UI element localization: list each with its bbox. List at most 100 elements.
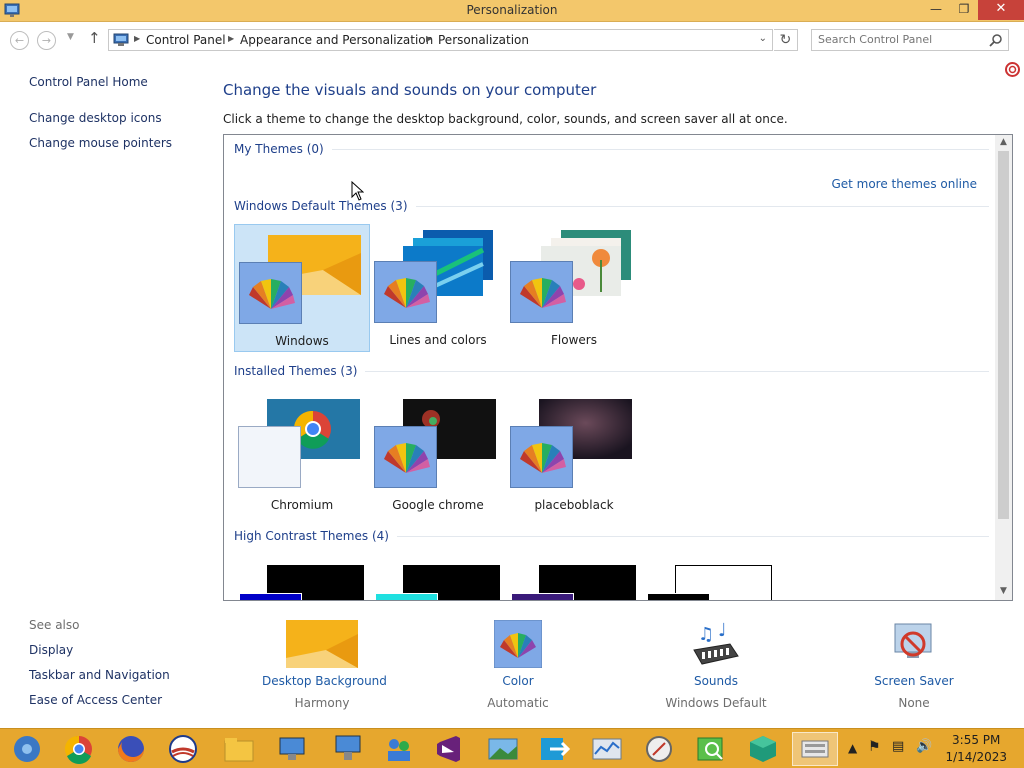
screen-saver-icon [894,623,932,658]
sounds-icon: ♫ ♩ [693,620,739,665]
taskbar-search-tool[interactable] [688,732,734,766]
color-option[interactable]: Color Automatic [478,620,558,710]
recent-locations-dropdown[interactable]: ▼ [67,32,74,42]
scroll-up-icon[interactable]: ▲ [995,137,1012,147]
taskbar-green-cube[interactable] [740,732,786,766]
change-desktop-icons-link[interactable]: Change desktop icons [29,111,162,125]
address-box[interactable]: ▶ Control Panel ▶ Appearance and Persona… [108,29,773,51]
theme-color-swatch [375,593,438,600]
file-explorer-icon [224,738,254,762]
ease-of-access-link[interactable]: Ease of Access Center [29,693,162,707]
taskbar-visual-studio[interactable] [426,732,472,766]
taskbar-photo-viewer[interactable] [480,732,526,766]
desktop-background-option[interactable]: Desktop Background Harmony [262,620,387,710]
search-box[interactable] [811,29,1009,51]
refresh-button[interactable]: ↻ [774,29,798,51]
clock-time: 3:55 PM [952,733,1001,747]
page-description: Click a theme to change the desktop back… [223,112,788,126]
refresh-icon: ↻ [779,32,792,48]
chevron-right-icon: ▶ [426,34,433,43]
theme-google-chrome[interactable]: Google chrome [370,389,506,517]
option-label[interactable]: Sounds [656,674,776,688]
theme-high-contrast-2[interactable] [370,555,506,600]
action-center-flag-icon[interactable]: ⚑ [868,739,881,755]
up-arrow-icon: ↑ [88,29,101,47]
theme-label: Google chrome [392,498,484,512]
window-title: Personalization [466,3,558,17]
desktop-background-icon [286,620,358,668]
color-fan-icon [374,426,437,488]
chromium-icon [14,736,40,762]
display-link[interactable]: Display [29,643,73,657]
option-label[interactable]: Color [478,674,558,688]
taskbar-navigation-link[interactable]: Taskbar and Navigation [29,668,170,682]
up-button[interactable]: ↑ [88,29,101,47]
taskbar-network-remote[interactable] [270,732,316,766]
obama-logo-icon [169,735,197,763]
taskbar-performance-monitor[interactable] [584,732,630,766]
option-value: Automatic [487,696,549,710]
theme-windows[interactable]: Windows [234,224,370,352]
address-dropdown-icon[interactable]: ⌄ [759,33,767,44]
theme-lines-and-colors[interactable]: Lines and colors [370,224,506,352]
breadcrumb-control-panel[interactable]: Control Panel [146,33,226,47]
taskbar-people[interactable] [376,732,422,766]
taskbar-chrome[interactable] [56,732,102,766]
theme-label: Windows [275,334,329,348]
page-title: Change the visuals and sounds on your co… [223,81,597,99]
themes-list[interactable]: My Themes (0) Get more themes online Win… [223,134,1013,601]
taskbar-file-explorer[interactable] [216,732,262,766]
theme-high-contrast-1[interactable] [234,555,370,600]
help-icon[interactable] [1005,62,1020,77]
scrollbar-thumb[interactable] [998,151,1009,519]
theme-high-contrast-3[interactable] [506,555,642,600]
scroll-down-icon[interactable]: ▼ [995,586,1012,596]
themes-scrollbar[interactable]: ▲ ▼ [995,135,1012,600]
clock-date: 1/14/2023 [945,750,1007,764]
taskbar-obama-logo[interactable] [160,732,206,766]
visual-studio-icon [437,736,460,762]
breadcrumb-personalization[interactable]: Personalization [438,33,529,47]
close-button[interactable]: ✕ [978,0,1024,20]
search-icon [989,34,1002,47]
minimize-button[interactable]: — [922,0,950,20]
taskbar-compass[interactable] [636,732,682,766]
taskbar-firefox[interactable] [108,732,154,766]
svg-text:♫: ♫ [698,624,714,645]
change-mouse-pointers-link[interactable]: Change mouse pointers [29,136,172,150]
option-label[interactable]: Screen Saver [864,674,964,688]
system-clock[interactable]: 3:55 PM 1/14/2023 [945,732,1007,766]
show-hidden-icons-chevron-icon[interactable]: ▲ [848,741,857,755]
theme-color-swatch [239,593,302,600]
group-title-my-themes: My Themes (0) [234,142,332,156]
sounds-option[interactable]: ♫ ♩ Sounds Windows Default [656,620,776,710]
taskbar-share[interactable] [532,732,578,766]
chevron-right-icon: ▶ [228,34,235,43]
network-icon[interactable]: ▤ [892,739,904,754]
chrome-icon [64,735,92,764]
color-fan-icon [494,620,542,668]
svg-text:♩: ♩ [718,620,727,641]
back-button[interactable]: ← [10,31,29,50]
search-input[interactable] [818,33,978,46]
taskbar-control-panel[interactable] [792,732,838,766]
option-value: Harmony [294,696,350,710]
search-tool-icon [697,737,723,761]
title-bar: Personalization — ❐ ✕ [0,0,1024,22]
theme-placeboblack[interactable]: placeboblack [506,389,642,517]
screen-saver-option[interactable]: Screen Saver None [864,620,964,710]
theme-flowers[interactable]: Flowers [506,224,642,352]
taskbar-chromium[interactable] [4,732,50,766]
control-panel-home-link[interactable]: Control Panel Home [29,75,148,89]
control-panel-icon [113,33,129,46]
maximize-button[interactable]: ❐ [950,0,978,20]
option-label[interactable]: Desktop Background [262,674,387,688]
breadcrumb-appearance[interactable]: Appearance and Personalization [240,33,433,47]
theme-chromium[interactable]: Chromium [234,389,370,517]
forward-button[interactable]: → [37,31,56,50]
get-more-themes-link[interactable]: Get more themes online [831,177,977,191]
remote-desktop-icon [335,735,361,760]
taskbar-remote-desktop[interactable] [324,732,370,766]
volume-icon[interactable]: 🔊 [916,739,932,754]
theme-high-contrast-white[interactable] [642,555,778,600]
